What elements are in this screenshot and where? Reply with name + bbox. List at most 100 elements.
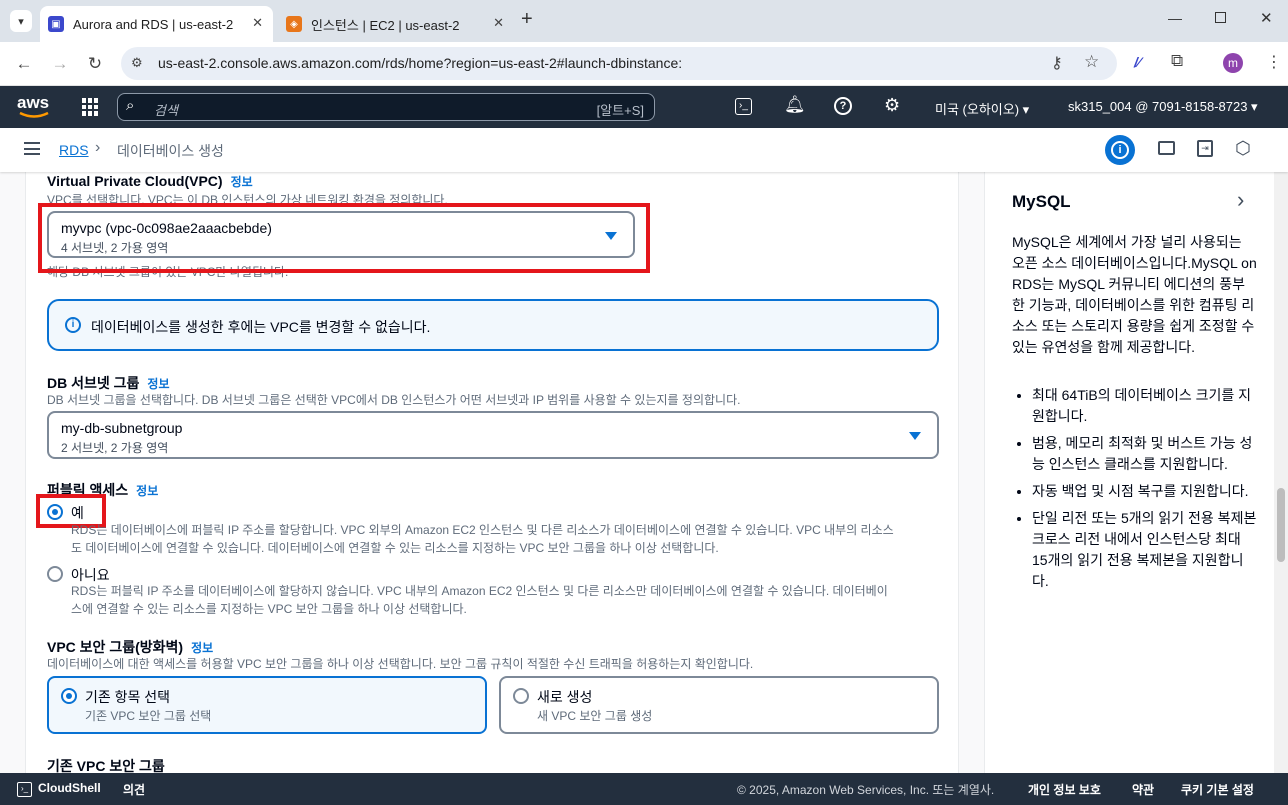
cloudshell-icon[interactable]: ›_ <box>735 98 752 115</box>
new-tab-icon[interactable]: + <box>521 8 533 31</box>
extensions-puzzle-icon[interactable]: ⧉ <box>1171 51 1183 71</box>
vpc-alert-text: 데이터베이스를 생성한 후에는 VPC를 변경할 수 없습니다. <box>91 319 431 335</box>
subnet-group-description: DB 서브넷 그룹을 선택합니다. DB 서브넷 그룹은 선택한 VPC에서 D… <box>47 393 741 407</box>
page-scrollbar[interactable] <box>1274 172 1288 773</box>
vpc-selected-detail: 4 서브넷, 2 가용 영역 <box>61 241 169 255</box>
security-group-existing-title: 기존 항목 선택 <box>85 689 171 705</box>
security-group-label-text: VPC 보안 그룹(방화벽) <box>47 639 184 655</box>
search-input[interactable]: ⌕ 검색 [알트+S] <box>117 93 655 121</box>
help-panel: MySQL › MySQL은 세계에서 가장 널리 사용되는 오픈 소스 데이터… <box>984 172 1274 773</box>
back-icon[interactable]: ← <box>12 52 36 76</box>
security-group-existing-desc: 기존 VPC 보안 그룹 선택 <box>85 709 212 723</box>
help-icon[interactable]: ? <box>834 97 852 115</box>
chevron-right-icon[interactable]: › <box>1237 187 1244 213</box>
chevron-right-icon: › <box>95 139 101 156</box>
security-group-new-title: 새로 생성 <box>537 689 593 705</box>
aws-top-nav: aws ⌕ 검색 [알트+S] ›_ 🔔︎ ? ⚙ 미국 (오하이오) ▾ sk… <box>0 86 1288 128</box>
vpc-info-link[interactable]: 정보 <box>231 175 253 189</box>
public-access-no-radio[interactable] <box>47 566 63 582</box>
desc-line: RDS는 데이터베이스에 퍼블릭 IP 주소를 할당합니다. VPC 외부의 A… <box>71 523 894 537</box>
security-group-existing-radio[interactable] <box>61 688 77 704</box>
connectivity-panel: Virtual Private Cloud(VPC) 정보 VPC를 선택합니다.… <box>25 172 959 773</box>
search-shortcut: [알트+S] <box>596 103 644 118</box>
public-access-info-link[interactable]: 정보 <box>136 484 158 498</box>
cloudshell-button[interactable]: CloudShell <box>38 781 101 795</box>
bookmark-star-icon[interactable]: ☆ <box>1084 52 1099 72</box>
minimize-icon[interactable]: — <box>1168 10 1182 26</box>
cloudshell-footer-icon[interactable]: ›_ <box>17 782 32 797</box>
breadcrumb-rds-link[interactable]: RDS <box>59 142 89 158</box>
terms-link[interactable]: 약관 <box>1132 781 1154 798</box>
scrollbar-thumb[interactable] <box>1277 488 1285 562</box>
list-item: 범용, 메모리 최적화 및 버스트 가능 성능 인스턴스 클래스를 지원합니다. <box>1032 433 1257 475</box>
close-window-icon[interactable]: ✕ <box>1260 9 1273 27</box>
vpc-select[interactable]: myvpc (vpc-0c098ae2aaacbebde) 4 서브넷, 2 가… <box>47 211 635 258</box>
aws-logo-text: aws <box>17 93 50 112</box>
address-bar[interactable]: ⚙ us-east-2.console.aws.amazon.com/rds/h… <box>121 47 1117 80</box>
subnet-group-label-text: DB 서브넷 그룹 <box>47 375 140 391</box>
security-group-info-link[interactable]: 정보 <box>191 641 213 655</box>
security-group-new-radio[interactable] <box>513 688 529 704</box>
maximize-icon[interactable] <box>1215 12 1226 23</box>
public-access-yes-radio[interactable] <box>47 504 63 520</box>
info-panel-toggle-icon[interactable]: i <box>1105 135 1135 165</box>
tab-ec2-instances[interactable]: ◈ 인스턴스 | EC2 | us-east-2 ✕ <box>278 6 514 42</box>
subnet-group-info-link[interactable]: 정보 <box>147 377 169 391</box>
tab-list-dropdown-icon[interactable]: ▾ <box>10 10 32 32</box>
search-placeholder: 검색 <box>154 103 178 118</box>
subnet-group-label: DB 서브넷 그룹 정보 <box>47 373 170 393</box>
public-access-yes-description: RDS는 데이터베이스에 퍼블릭 IP 주소를 할당합니다. VPC 외부의 A… <box>71 521 951 557</box>
side-panel-icon[interactable]: ⇥ <box>1197 140 1213 157</box>
vpc-hint: 해당 DB 서브넷 그룹이 있는 VPC만 나열됩니다. <box>47 265 289 279</box>
site-info-icon[interactable]: ⚙ <box>131 55 149 73</box>
help-panel-list: 최대 64TiB의 데이터베이스 크기를 지원합니다. 범용, 메모리 최적화 … <box>1032 385 1257 598</box>
security-group-existing-tile[interactable]: 기존 항목 선택 기존 VPC 보안 그룹 선택 <box>47 676 487 734</box>
main-content: Virtual Private Cloud(VPC) 정보 VPC를 선택합니다.… <box>0 172 1288 773</box>
password-key-icon[interactable]: ⚷ <box>1051 53 1063 73</box>
breadcrumb-current: 데이터베이스 생성 <box>117 143 224 159</box>
url-text: us-east-2.console.aws.amazon.com/rds/hom… <box>158 55 683 71</box>
desc-line: 도 데이터베이스에 연결할 수 있습니다. 데이터베이스에 연결할 수 있는 리… <box>71 541 719 555</box>
settings-gear-icon[interactable]: ⚙ <box>884 95 900 116</box>
cookie-preferences-link[interactable]: 쿠키 기본 설정 <box>1181 781 1254 798</box>
subnet-group-select[interactable]: my-db-subnetgroup 2 서브넷, 2 가용 영역 <box>47 411 939 459</box>
hexagon-settings-icon[interactable]: ⬡ <box>1235 138 1251 159</box>
security-group-new-desc: 새 VPC 보안 그룹 생성 <box>537 709 653 723</box>
subnet-group-selected-detail: 2 서브넷, 2 가용 영역 <box>61 441 169 455</box>
reload-icon[interactable]: ↻ <box>83 52 107 76</box>
list-item: 자동 백업 및 시점 복구를 지원합니다. <box>1032 481 1257 502</box>
breadcrumb-bar: RDS › 데이터베이스 생성 i ⇥ ⬡ <box>0 128 1288 172</box>
close-tab-icon[interactable]: ✕ <box>493 15 504 31</box>
vpc-description: VPC를 선택합니다. VPC는 이 DB 인스턴스의 가상 네트워킹 환경을 … <box>47 193 448 207</box>
security-group-label: VPC 보안 그룹(방화벽) 정보 <box>47 637 213 657</box>
forward-icon[interactable]: → <box>48 52 72 76</box>
feedback-button[interactable]: 의견 <box>123 781 145 798</box>
extension-translate-icon[interactable]: /⁄ <box>1134 54 1140 70</box>
ec2-favicon-icon: ◈ <box>286 16 302 32</box>
subnet-group-selected-value: my-db-subnetgroup <box>61 420 183 436</box>
browser-menu-icon[interactable]: ⋮ <box>1266 52 1282 72</box>
tab-title: 인스턴스 | EC2 | us-east-2 <box>311 17 460 33</box>
tab-title: Aurora and RDS | us-east-2 <box>73 16 234 32</box>
public-access-yes-label[interactable]: 예 <box>71 503 84 523</box>
console-footer: ›_ CloudShell 의견 © 2025, Amazon Web Serv… <box>0 773 1288 805</box>
tab-aurora-rds[interactable]: ▣ Aurora and RDS | us-east-2 ✕ <box>40 6 273 42</box>
public-access-label-text: 퍼블릭 액세스 <box>47 482 129 498</box>
privacy-link[interactable]: 개인 정보 보호 <box>1028 781 1101 798</box>
close-tab-icon[interactable]: ✕ <box>252 15 263 31</box>
account-menu[interactable]: sk315_004 @ 7091-8158-8723 ▾ <box>1068 99 1258 115</box>
profile-avatar[interactable]: m <box>1223 53 1243 73</box>
hamburger-menu-icon[interactable] <box>24 142 40 155</box>
vpc-selected-value: myvpc (vpc-0c098ae2aaacbebde) <box>61 220 272 236</box>
security-group-new-tile[interactable]: 새로 생성 새 VPC 보안 그룹 생성 <box>499 676 939 734</box>
aws-logo[interactable]: aws <box>17 92 51 122</box>
desc-line: 스에 연결할 수 있는 리소스를 지정하는 VPC 보안 그룹을 하나 이상 선… <box>71 602 467 616</box>
notifications-bell-icon[interactable]: 🔔︎ <box>784 95 806 115</box>
search-icon: ⌕ <box>126 97 135 114</box>
list-item: 단일 리전 또는 5개의 읽기 전용 복제본 크로스 리전 내에서 인스턴스당 … <box>1032 508 1257 592</box>
feedback-icon[interactable] <box>1158 141 1175 155</box>
services-grid-icon[interactable] <box>82 98 100 116</box>
list-item: 최대 64TiB의 데이터베이스 크기를 지원합니다. <box>1032 385 1257 427</box>
region-selector[interactable]: 미국 (오하이오) ▾ <box>935 99 1029 118</box>
copyright-text: © 2025, Amazon Web Services, Inc. 또는 계열사… <box>737 783 995 797</box>
